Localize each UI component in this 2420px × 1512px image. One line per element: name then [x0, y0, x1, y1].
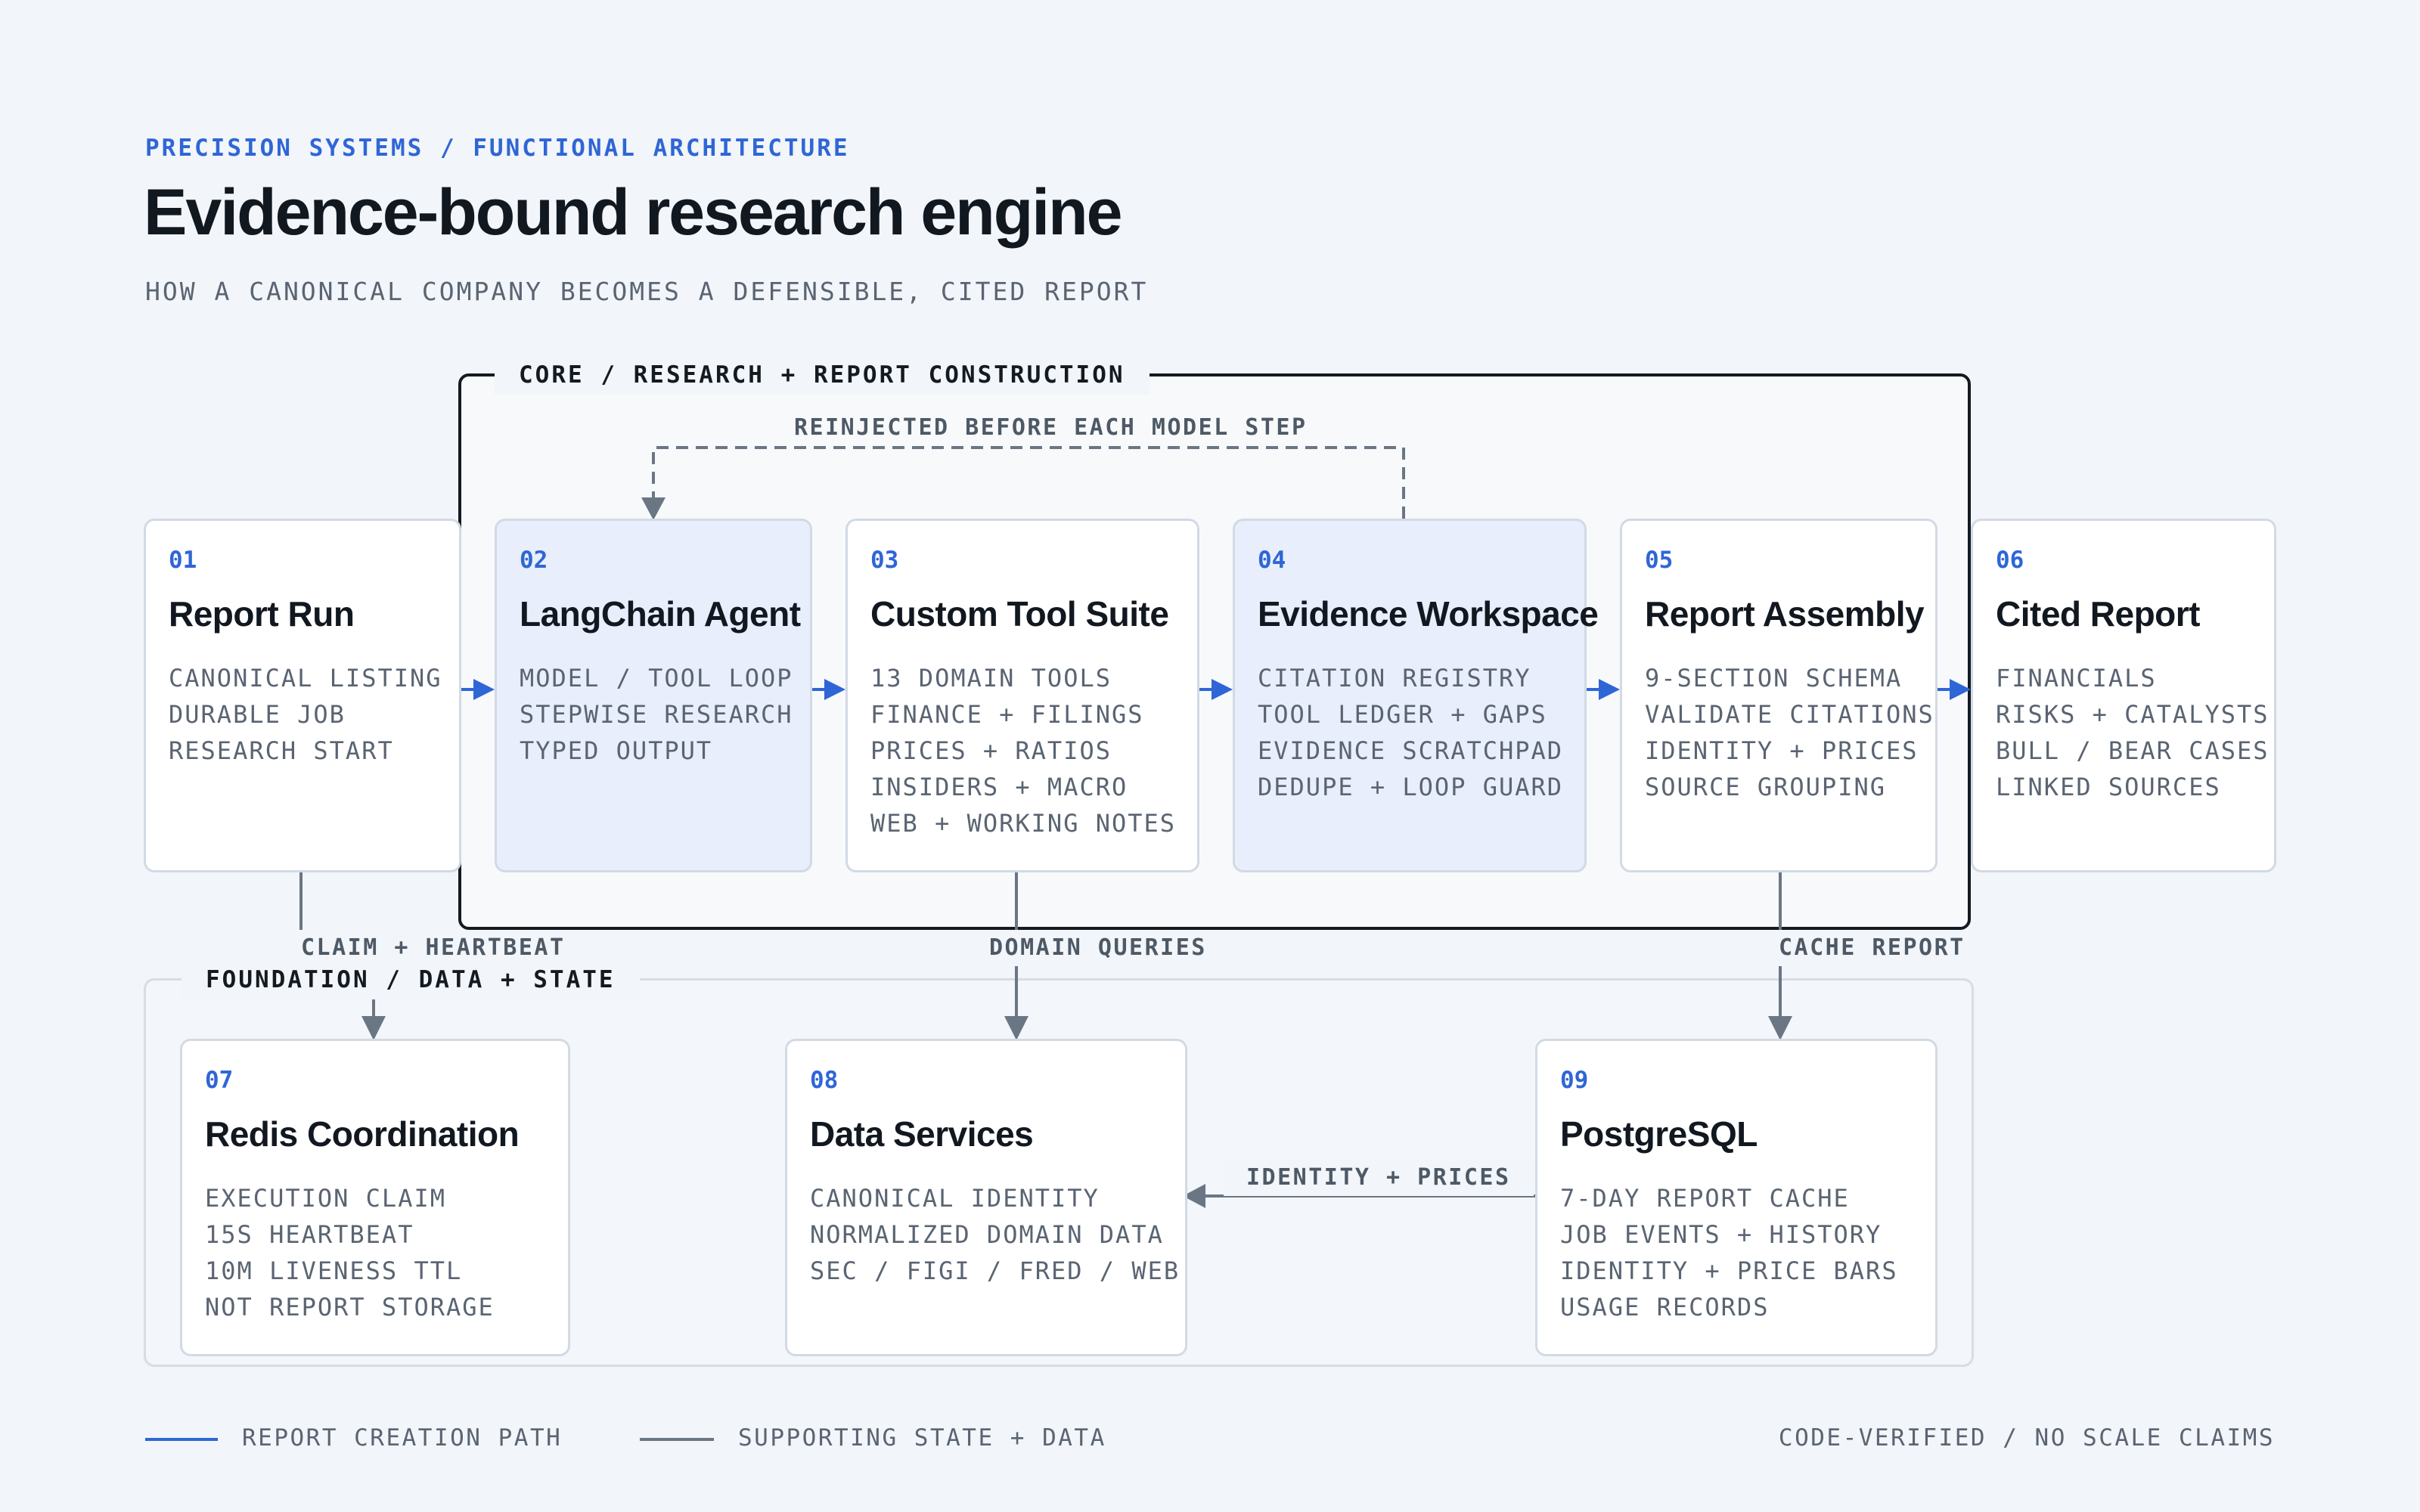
card-detail: EVIDENCE SCRATCHPAD [1258, 736, 1564, 765]
card-number: 07 [205, 1067, 234, 1094]
domain-queries-label: DOMAIN QUERIES [966, 930, 1230, 966]
reinjected-label: REINJECTED BEFORE EACH MODEL STEP [771, 410, 1330, 446]
card-details: 13 DOMAIN TOOLS FINANCE + FILINGS PRICES… [870, 660, 1176, 841]
card-title: Report Assembly [1645, 594, 1925, 634]
card-detail: SEC / FIGI / FRED / WEB [810, 1256, 1181, 1285]
card-detail: 13 DOMAIN TOOLS [870, 664, 1112, 692]
card-custom-tool-suite[interactable]: 03 Custom Tool Suite 13 DOMAIN TOOLS FIN… [845, 519, 1199, 872]
card-details: CANONICAL IDENTITY NORMALIZED DOMAIN DAT… [810, 1180, 1180, 1289]
card-detail: IDENTITY + PRICES [1645, 736, 1919, 765]
card-detail: MODEL / TOOL LOOP [520, 664, 793, 692]
card-detail: VALIDATE CITATIONS [1645, 700, 1934, 729]
card-title: LangChain Agent [520, 594, 801, 634]
legend-primary-label: REPORT CREATION PATH [242, 1424, 563, 1452]
card-number: 03 [870, 547, 899, 574]
card-details: CITATION REGISTRY TOOL LEDGER + GAPS EVI… [1258, 660, 1563, 805]
card-detail: SOURCE GROUPING [1645, 773, 1886, 801]
legend-supporting-label: SUPPORTING STATE + DATA [738, 1424, 1106, 1452]
card-number: 04 [1258, 547, 1286, 574]
card-detail: DEDUPE + LOOP GUARD [1258, 773, 1564, 801]
card-detail: NOT REPORT STORAGE [205, 1293, 495, 1321]
card-details: MODEL / TOOL LOOP STEPWISE RESEARCH TYPE… [520, 660, 793, 769]
card-detail: RISKS + CATALYSTS [1996, 700, 2270, 729]
card-number: 02 [520, 547, 548, 574]
card-number: 01 [169, 547, 197, 574]
card-title: Cited Report [1996, 594, 2201, 634]
card-cited-report[interactable]: 06 Cited Report FINANCIALS RISKS + CATAL… [1971, 519, 2276, 872]
card-detail: WEB + WORKING NOTES [870, 809, 1177, 838]
card-detail: CANONICAL IDENTITY [810, 1184, 1100, 1213]
card-details: EXECUTION CLAIM 15S HEARTBEAT 10M LIVENE… [205, 1180, 495, 1325]
identity-prices-label: IDENTITY + PRICES [1224, 1160, 1534, 1196]
card-title: Custom Tool Suite [870, 594, 1169, 634]
card-title: Evidence Workspace [1258, 594, 1599, 634]
card-details: 9-SECTION SCHEMA VALIDATE CITATIONS IDEN… [1645, 660, 1934, 805]
core-group-label: CORE / RESEARCH + REPORT CONSTRUCTION [495, 355, 1150, 395]
verification-note: CODE-VERIFIED / NO SCALE CLAIMS [1778, 1424, 2275, 1452]
cache-report-label: CACHE REPORT [1756, 930, 1988, 966]
card-detail: 7-DAY REPORT CACHE [1560, 1184, 1850, 1213]
card-number: 06 [1996, 547, 2024, 574]
card-langchain-agent[interactable]: 02 LangChain Agent MODEL / TOOL LOOP STE… [495, 519, 812, 872]
card-detail: EXECUTION CLAIM [205, 1184, 446, 1213]
card-number: 09 [1560, 1067, 1589, 1094]
card-report-run[interactable]: 01 Report Run CANONICAL LISTING DURABLE … [144, 519, 461, 872]
card-detail: 10M LIVENESS TTL [205, 1256, 463, 1285]
card-detail: JOB EVENTS + HISTORY [1560, 1220, 1882, 1249]
card-detail: 9-SECTION SCHEMA [1645, 664, 1903, 692]
foundation-group-label: FOUNDATION / DATA + STATE [182, 960, 640, 999]
card-detail: STEPWISE RESEARCH [520, 700, 793, 729]
card-title: PostgreSQL [1560, 1114, 1758, 1154]
card-title: Report Run [169, 594, 355, 634]
card-detail: USAGE RECORDS [1560, 1293, 1770, 1321]
card-title: Redis Coordination [205, 1114, 520, 1154]
card-detail: FINANCIALS [1996, 664, 2157, 692]
card-detail: LINKED SOURCES [1996, 773, 2221, 801]
card-evidence-workspace[interactable]: 04 Evidence Workspace CITATION REGISTRY … [1233, 519, 1599, 872]
reinject-loop [652, 446, 1405, 519]
card-detail: TYPED OUTPUT [520, 736, 713, 765]
card-details: 7-DAY REPORT CACHE JOB EVENTS + HISTORY … [1560, 1180, 1898, 1325]
card-data-services[interactable]: 08 Data Services CANONICAL IDENTITY NORM… [785, 1039, 1187, 1356]
card-postgresql[interactable]: 09 PostgreSQL 7-DAY REPORT CACHE JOB EVE… [1535, 1039, 1938, 1356]
card-detail: TOOL LEDGER + GAPS [1258, 700, 1547, 729]
card-detail: 15S HEARTBEAT [205, 1220, 414, 1249]
card-detail: FINANCE + FILINGS [870, 700, 1144, 729]
card-redis-coordination[interactable]: 07 Redis Coordination EXECUTION CLAIM 15… [180, 1039, 570, 1356]
card-detail: INSIDERS + MACRO [870, 773, 1128, 801]
card-detail: CITATION REGISTRY [1258, 664, 1531, 692]
card-detail: IDENTITY + PRICE BARS [1560, 1256, 1898, 1285]
card-details: FINANCIALS RISKS + CATALYSTS BULL / BEAR… [1996, 660, 2270, 805]
card-detail: DURABLE JOB [169, 700, 346, 729]
card-detail: PRICES + RATIOS [870, 736, 1112, 765]
card-report-assembly[interactable]: 05 Report Assembly 9-SECTION SCHEMA VALI… [1620, 519, 1938, 872]
card-title: Data Services [810, 1114, 1034, 1154]
card-number: 05 [1645, 547, 1674, 574]
card-details: CANONICAL LISTING DURABLE JOB RESEARCH S… [169, 660, 442, 769]
card-detail: RESEARCH START [169, 736, 394, 765]
card-detail: CANONICAL LISTING [169, 664, 442, 692]
card-detail: NORMALIZED DOMAIN DATA [810, 1220, 1164, 1249]
card-detail: BULL / BEAR CASES [1996, 736, 2270, 765]
card-number: 08 [810, 1067, 839, 1094]
